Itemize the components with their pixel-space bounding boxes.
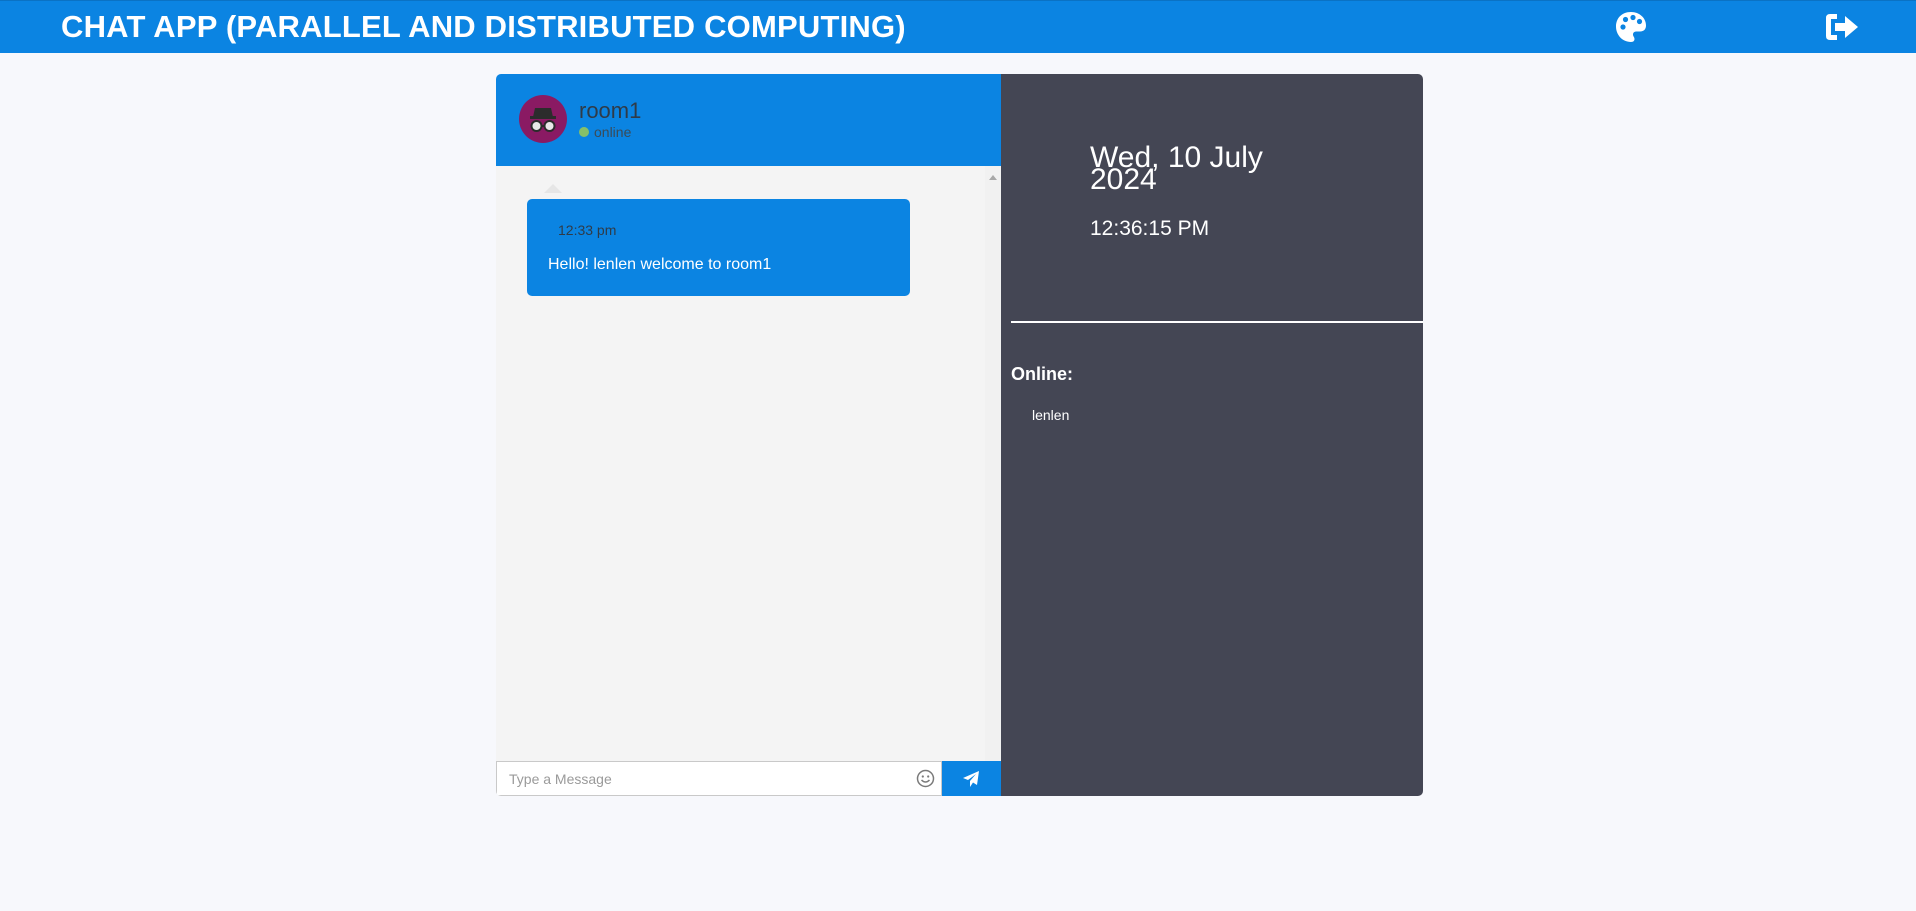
message-composer	[496, 761, 1001, 796]
current-time: 12:36:15 PM	[1090, 217, 1210, 240]
info-sidebar: Wed, 10 July 2024 12:36:15 PM Online: le…	[1001, 74, 1423, 796]
current-date: Wed, 10 July 2024	[1090, 141, 1263, 196]
emoji-button[interactable]	[916, 769, 935, 788]
online-users-heading: Online:	[1011, 364, 1073, 384]
message-bubble: 12:33 pm Hello! lenlen welcome to room1	[527, 199, 910, 296]
incognito-icon	[530, 108, 556, 132]
paper-plane-icon	[963, 771, 979, 787]
smile-icon	[916, 769, 935, 788]
scroll-up-arrow-icon[interactable]	[989, 175, 997, 180]
message-scrollbar[interactable]	[985, 166, 1001, 796]
message-list[interactable]: 12:33 pm Hello! lenlen welcome to room1	[496, 166, 1001, 796]
bubble-tail	[544, 184, 562, 193]
app-title: CHAT APP (PARALLEL AND DISTRIBUTED COMPU…	[61, 9, 906, 44]
chat-pane: room1 online 12:33 pm Hello! lenlen welc…	[496, 74, 1001, 796]
send-button[interactable]	[942, 761, 1001, 796]
message-text: Hello! lenlen welcome to room1	[548, 256, 772, 273]
room-name: room1	[579, 98, 642, 123]
logout-button[interactable]	[1823, 11, 1861, 43]
room-avatar	[519, 95, 567, 143]
chat-header: room1 online	[496, 74, 1001, 166]
sign-out-icon	[1826, 14, 1858, 40]
room-status: online	[579, 124, 631, 140]
chat-card: room1 online 12:33 pm Hello! lenlen welc…	[496, 74, 1423, 796]
room-status-label: online	[594, 124, 632, 140]
online-user-item: lenlen	[1032, 407, 1070, 423]
top-bar: CHAT APP (PARALLEL AND DISTRIBUTED COMPU…	[0, 0, 1916, 53]
online-status-dot	[579, 127, 589, 137]
message-input[interactable]	[496, 761, 942, 796]
message-time: 12:33 pm	[558, 222, 617, 238]
sidebar-divider	[1011, 321, 1423, 323]
palette-icon	[1616, 12, 1646, 42]
theme-palette-button[interactable]	[1613, 9, 1649, 45]
